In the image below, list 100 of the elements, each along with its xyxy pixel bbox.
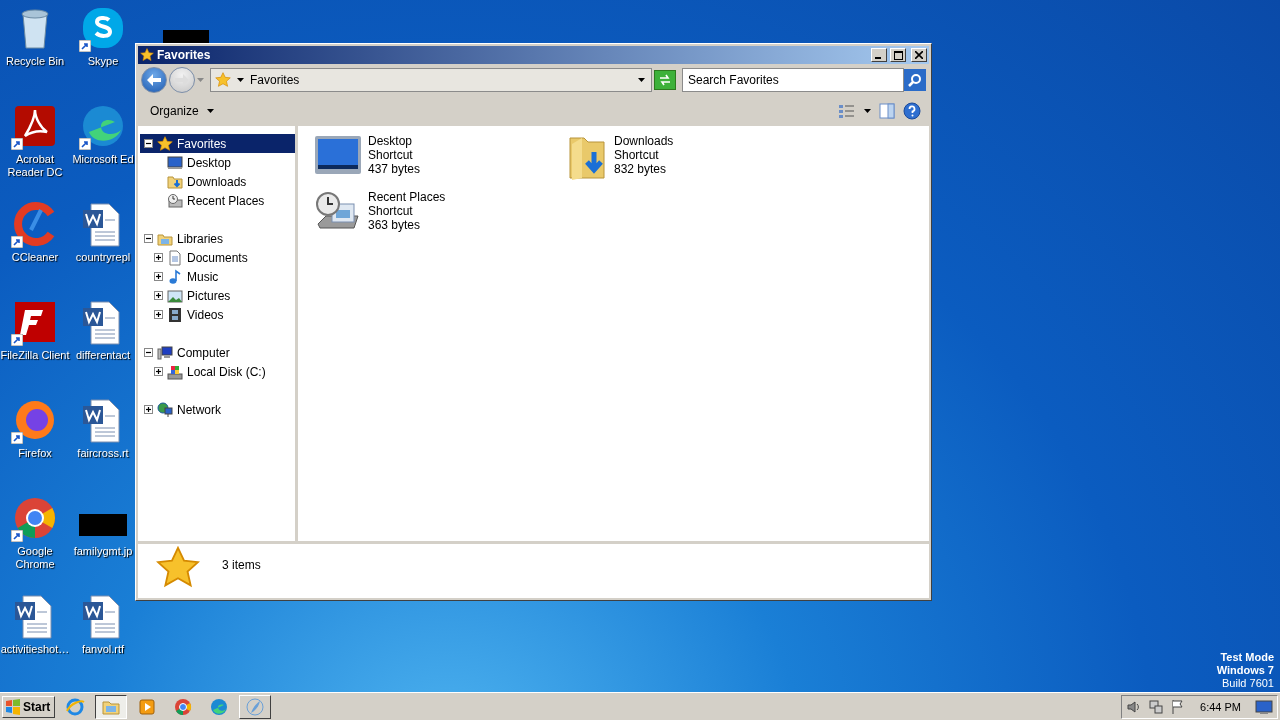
network-globe-icon [157, 401, 173, 418]
os-notice-text: Windows 7 [1216, 664, 1274, 677]
caret-icon [197, 78, 204, 82]
tree-item[interactable]: Pictures [140, 286, 295, 305]
file-size: 832 bytes [614, 162, 668, 176]
view-menu-button[interactable] [864, 109, 871, 113]
browser-icon [209, 696, 230, 717]
tree-item[interactable]: Downloads [140, 172, 295, 191]
close-button[interactable] [911, 48, 927, 62]
tree-item[interactable]: Libraries [140, 229, 295, 248]
desktop-icon[interactable]: countryrepl [70, 200, 136, 298]
desktop-icon-label: Acrobat Reader DC [6, 153, 64, 179]
file-tile[interactable]: Recent Places Shortcut 363 bytes [314, 190, 568, 246]
desktop-icon-label: faircross.rt [77, 447, 129, 460]
refresh-icon [658, 74, 672, 86]
caret-icon [237, 78, 244, 82]
download-folder-icon [568, 134, 608, 182]
address-path[interactable]: Favorites [250, 73, 632, 87]
show-desktop-icon[interactable] [1255, 698, 1273, 715]
star-icon [157, 135, 173, 152]
taskbar-button[interactable] [95, 694, 128, 719]
organize-button[interactable]: Organize [146, 102, 218, 120]
search-icon [908, 73, 922, 87]
desktop-icon[interactable]: fanvol.rtf [70, 592, 136, 690]
film-icon [167, 306, 183, 323]
desktop-icon[interactable]: FileZilla Client [0, 298, 70, 396]
caret-icon [638, 78, 645, 82]
monitor-icon [314, 134, 362, 176]
address-bar[interactable]: Favorites [210, 68, 652, 92]
desktop-icon[interactable]: CCleaner [0, 200, 70, 298]
expand-icon[interactable] [154, 272, 163, 281]
desktop-icon[interactable]: differentact [70, 298, 136, 396]
desktop-icon[interactable]: Acrobat Reader DC [0, 102, 70, 200]
computer-icon [157, 344, 173, 361]
help-button[interactable] [903, 102, 921, 120]
network-icon[interactable] [1148, 698, 1165, 715]
file-name: Desktop [368, 134, 414, 148]
desktop-icon-label: activitieshot… [0, 643, 70, 656]
tree-item[interactable]: Recent Places [140, 191, 295, 210]
search-button[interactable] [904, 69, 926, 91]
desktop-icon-label: CCleaner [11, 251, 59, 264]
minimize-button[interactable] [871, 48, 887, 62]
clock-folder-icon [167, 192, 183, 209]
caret-icon [864, 109, 871, 113]
expand-icon[interactable] [154, 310, 163, 319]
refresh-button[interactable] [654, 70, 676, 90]
expand-icon[interactable] [154, 291, 163, 300]
tree-item[interactable]: Computer [140, 343, 295, 362]
tree-item[interactable]: Documents [140, 248, 295, 267]
search-field[interactable]: Search Favorites [682, 68, 904, 92]
maximize-button[interactable] [890, 48, 906, 62]
desktop-icon[interactable]: Microsoft Ed [70, 102, 136, 200]
browser-icon [173, 696, 194, 717]
expand-icon[interactable] [154, 367, 163, 376]
clock[interactable]: 6:44 PM [1200, 700, 1241, 713]
tree-item[interactable]: Desktop [140, 153, 295, 172]
file-type: Shortcut [614, 148, 660, 162]
collapse-icon[interactable] [144, 139, 153, 148]
desktop-icon-label: Firefox [18, 447, 52, 460]
tree-item[interactable]: Network [140, 400, 295, 419]
collapse-icon[interactable] [144, 234, 153, 243]
os-notice-text: Test Mode [1220, 651, 1274, 664]
file-tile[interactable]: Downloads Shortcut 832 bytes [568, 134, 822, 190]
file-type: Shortcut [368, 148, 414, 162]
expand-icon[interactable] [154, 253, 163, 262]
desktop-icon[interactable]: activitieshot… [0, 592, 70, 690]
desktop-icon-label: countryrepl [75, 251, 131, 264]
preview-pane-button[interactable] [879, 103, 895, 119]
tree-item[interactable]: Videos [140, 305, 295, 324]
desktop-icon-label: FileZilla Client [0, 349, 70, 362]
desktop-icon[interactable]: Skype [70, 4, 136, 102]
os-notice-text: Build 7601 [1222, 677, 1274, 690]
item-count: 3 items [222, 558, 261, 572]
desktop-icon[interactable]: Firefox [0, 396, 70, 494]
picture-icon [167, 287, 183, 304]
tree-item[interactable]: Favorites [140, 134, 295, 153]
desktop-icon[interactable]: Google Chrome [0, 494, 70, 592]
file-name: Downloads [614, 134, 674, 148]
star-icon [140, 48, 154, 62]
feather-icon [245, 696, 266, 717]
tree-item[interactable]: Music [140, 267, 295, 286]
expand-icon[interactable] [144, 405, 153, 414]
desktop-icon[interactable]: Recycle Bin [0, 4, 70, 102]
tree-item[interactable]: Local Disk (C:) [140, 362, 295, 381]
back-arrow-icon [147, 74, 161, 86]
desktop-icon[interactable]: faircross.rt [70, 396, 136, 494]
desktop-icon-label: Skype [87, 55, 119, 68]
back-button[interactable] [141, 67, 167, 93]
desktop-icon-label: Recycle Bin [5, 55, 65, 68]
collapse-icon[interactable] [144, 348, 153, 357]
desktop-icon-label: Google Chrome [14, 545, 56, 571]
desktop-icon[interactable]: familygmt.jp [70, 494, 136, 592]
desktop-icon-label: fanvol.rtf [81, 643, 125, 656]
file-size: 363 bytes [368, 218, 422, 232]
maximize-icon [893, 50, 903, 60]
file-tile[interactable]: Desktop Shortcut 437 bytes [314, 134, 568, 190]
file-type: Shortcut [368, 204, 414, 218]
desktop-icon-label: differentact [75, 349, 131, 362]
start-button[interactable]: Start [2, 695, 56, 718]
forward-button[interactable] [169, 67, 195, 93]
